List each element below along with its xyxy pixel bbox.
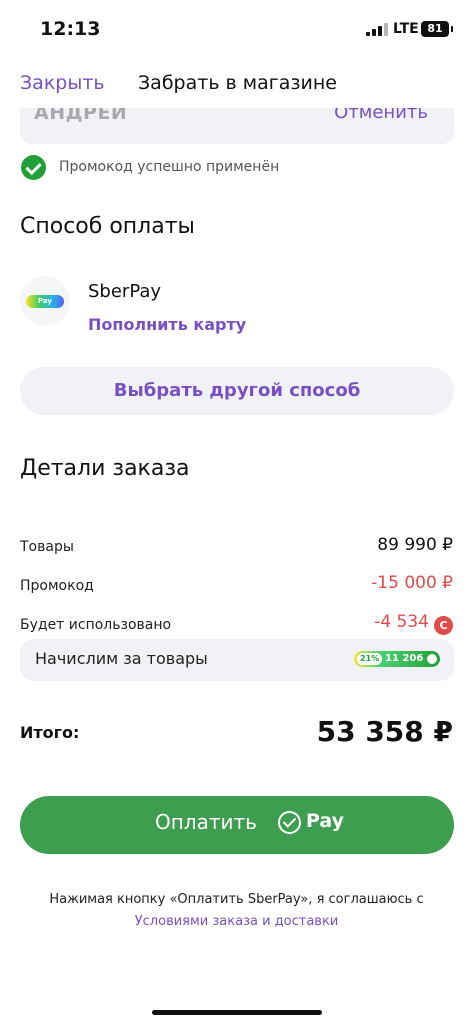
pay-button-pay-word: Pay	[306, 810, 345, 832]
check-circle-icon	[21, 155, 46, 180]
pay-button-label: Оплатить	[155, 810, 257, 834]
accrual-badge: 21% 11 206	[354, 651, 440, 667]
home-indicator	[152, 1010, 322, 1015]
sberpay-pill: Pay	[26, 295, 64, 308]
topup-card-link[interactable]: Пополнить карту	[88, 315, 246, 334]
signal-icon	[366, 22, 388, 36]
total-value: 53 358 ₽	[316, 715, 453, 748]
items-label: Товары	[20, 539, 74, 555]
payment-section-title: Способ оплаты	[20, 214, 195, 239]
sberpay-check-icon	[278, 811, 301, 834]
promo-value: -15 000 ₽	[371, 573, 453, 593]
bonus-used-value: -4 534	[374, 612, 429, 632]
sberpay-logo-icon: Pay	[20, 276, 70, 326]
battery-icon: 81	[421, 21, 453, 37]
accrual-percent: 21%	[357, 653, 383, 665]
consent-text-block: Нажимая кнопку «Оплатить SberPay», я сог…	[0, 889, 473, 933]
choose-other-method-button[interactable]: Выбрать другой способ	[20, 367, 454, 415]
status-time: 12:13	[40, 18, 101, 40]
bonus-coin-icon	[427, 654, 437, 664]
order-details-title: Детали заказа	[20, 456, 190, 481]
accrual-amount: 11 206	[385, 653, 424, 664]
nav-bar: Закрыть Забрать в магазине	[0, 62, 473, 108]
consent-text: Нажимая кнопку «Оплатить SberPay», я сог…	[49, 892, 424, 907]
close-button[interactable]: Закрыть	[20, 72, 105, 94]
items-value: 89 990 ₽	[377, 535, 453, 555]
payment-method-name: SberPay	[88, 281, 162, 302]
bonus-coin-icon: С	[434, 616, 453, 635]
network-label: LTE	[393, 21, 419, 37]
terms-link[interactable]: Условиями заказа и доставки	[0, 911, 473, 933]
status-bar: 12:13 LTE 81	[0, 0, 473, 60]
bonus-used-label: Будет использовано	[20, 617, 172, 633]
promo-status-text: Промокод успешно применён	[59, 159, 280, 175]
accrual-label: Начислим за товары	[35, 649, 208, 668]
pay-button[interactable]: Оплатить Pay	[20, 796, 454, 854]
bonus-accrual-row: Начислим за товары 21% 11 206	[20, 639, 454, 681]
promo-label: Промокод	[20, 578, 94, 594]
page-title: Забрать в магазине	[138, 72, 337, 94]
total-label: Итого:	[20, 723, 80, 742]
